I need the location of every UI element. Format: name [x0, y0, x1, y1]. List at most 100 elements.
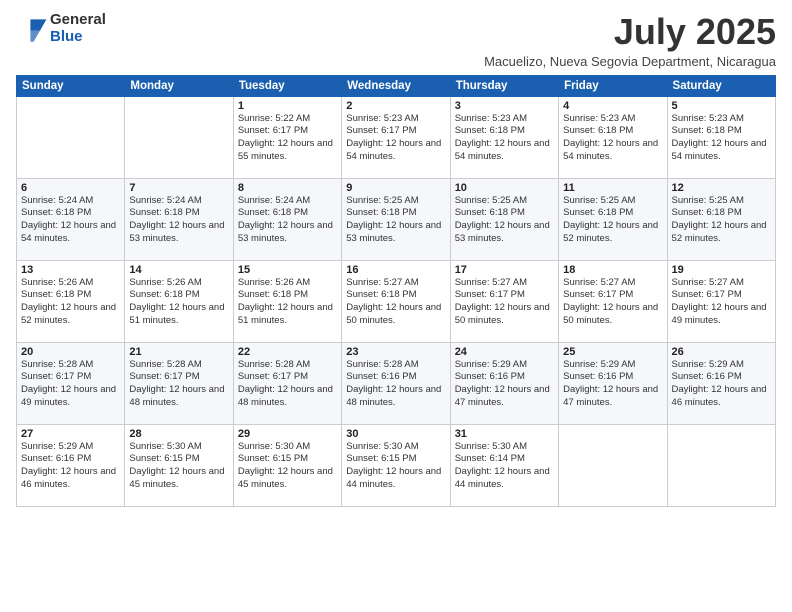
day-info: Sunrise: 5:28 AMSunset: 6:17 PMDaylight:… [238, 359, 337, 410]
day-number: 30 [346, 428, 445, 440]
calendar-day: 2Sunrise: 5:23 AMSunset: 6:17 PMDaylight… [342, 96, 450, 178]
day-info: Sunrise: 5:27 AMSunset: 6:18 PMDaylight:… [346, 277, 445, 328]
weekday-header: Friday [559, 75, 667, 96]
day-info: Sunrise: 5:24 AMSunset: 6:18 PMDaylight:… [21, 195, 120, 246]
day-info: Sunrise: 5:23 AMSunset: 6:18 PMDaylight:… [563, 113, 662, 164]
day-number: 15 [238, 264, 337, 276]
day-number: 16 [346, 264, 445, 276]
calendar-week: 1Sunrise: 5:22 AMSunset: 6:17 PMDaylight… [17, 96, 776, 178]
day-number: 26 [672, 346, 771, 358]
calendar-day [667, 424, 775, 506]
day-number: 17 [455, 264, 554, 276]
logo-blue: Blue [50, 29, 106, 46]
day-number: 31 [455, 428, 554, 440]
day-number: 20 [21, 346, 120, 358]
calendar-day: 17Sunrise: 5:27 AMSunset: 6:17 PMDayligh… [450, 260, 558, 342]
day-number: 4 [563, 100, 662, 112]
calendar-body: 1Sunrise: 5:22 AMSunset: 6:17 PMDaylight… [17, 96, 776, 506]
calendar-day: 24Sunrise: 5:29 AMSunset: 6:16 PMDayligh… [450, 342, 558, 424]
day-info: Sunrise: 5:29 AMSunset: 6:16 PMDaylight:… [455, 359, 554, 410]
day-info: Sunrise: 5:28 AMSunset: 6:17 PMDaylight:… [21, 359, 120, 410]
weekday-header: Tuesday [233, 75, 341, 96]
calendar-day: 13Sunrise: 5:26 AMSunset: 6:18 PMDayligh… [17, 260, 125, 342]
weekday-header: Monday [125, 75, 233, 96]
calendar-day: 14Sunrise: 5:26 AMSunset: 6:18 PMDayligh… [125, 260, 233, 342]
logo-icon [16, 13, 48, 45]
day-number: 22 [238, 346, 337, 358]
day-number: 27 [21, 428, 120, 440]
calendar-day: 18Sunrise: 5:27 AMSunset: 6:17 PMDayligh… [559, 260, 667, 342]
calendar-day [125, 96, 233, 178]
calendar-week: 20Sunrise: 5:28 AMSunset: 6:17 PMDayligh… [17, 342, 776, 424]
calendar-day: 9Sunrise: 5:25 AMSunset: 6:18 PMDaylight… [342, 178, 450, 260]
day-number: 24 [455, 346, 554, 358]
day-number: 18 [563, 264, 662, 276]
weekday-header: Thursday [450, 75, 558, 96]
calendar-day: 10Sunrise: 5:25 AMSunset: 6:18 PMDayligh… [450, 178, 558, 260]
logo-text: General Blue [50, 12, 106, 45]
day-number: 9 [346, 182, 445, 194]
day-info: Sunrise: 5:24 AMSunset: 6:18 PMDaylight:… [129, 195, 228, 246]
calendar-day: 29Sunrise: 5:30 AMSunset: 6:15 PMDayligh… [233, 424, 341, 506]
day-info: Sunrise: 5:26 AMSunset: 6:18 PMDaylight:… [129, 277, 228, 328]
calendar-week: 13Sunrise: 5:26 AMSunset: 6:18 PMDayligh… [17, 260, 776, 342]
calendar-day: 15Sunrise: 5:26 AMSunset: 6:18 PMDayligh… [233, 260, 341, 342]
title-block: July 2025 Macuelizo, Nueva Segovia Depar… [484, 12, 776, 69]
day-info: Sunrise: 5:30 AMSunset: 6:14 PMDaylight:… [455, 441, 554, 492]
day-info: Sunrise: 5:28 AMSunset: 6:17 PMDaylight:… [129, 359, 228, 410]
day-info: Sunrise: 5:26 AMSunset: 6:18 PMDaylight:… [21, 277, 120, 328]
calendar-day: 12Sunrise: 5:25 AMSunset: 6:18 PMDayligh… [667, 178, 775, 260]
day-info: Sunrise: 5:30 AMSunset: 6:15 PMDaylight:… [129, 441, 228, 492]
day-info: Sunrise: 5:26 AMSunset: 6:18 PMDaylight:… [238, 277, 337, 328]
day-info: Sunrise: 5:30 AMSunset: 6:15 PMDaylight:… [346, 441, 445, 492]
day-info: Sunrise: 5:29 AMSunset: 6:16 PMDaylight:… [672, 359, 771, 410]
logo: General Blue [16, 12, 106, 45]
calendar-day: 22Sunrise: 5:28 AMSunset: 6:17 PMDayligh… [233, 342, 341, 424]
calendar: SundayMondayTuesdayWednesdayThursdayFrid… [16, 75, 776, 507]
day-number: 11 [563, 182, 662, 194]
day-info: Sunrise: 5:27 AMSunset: 6:17 PMDaylight:… [672, 277, 771, 328]
day-info: Sunrise: 5:29 AMSunset: 6:16 PMDaylight:… [563, 359, 662, 410]
calendar-day: 25Sunrise: 5:29 AMSunset: 6:16 PMDayligh… [559, 342, 667, 424]
calendar-day: 28Sunrise: 5:30 AMSunset: 6:15 PMDayligh… [125, 424, 233, 506]
logo-general: General [50, 12, 106, 29]
day-number: 28 [129, 428, 228, 440]
day-info: Sunrise: 5:24 AMSunset: 6:18 PMDaylight:… [238, 195, 337, 246]
calendar-day: 11Sunrise: 5:25 AMSunset: 6:18 PMDayligh… [559, 178, 667, 260]
location-subtitle: Macuelizo, Nueva Segovia Department, Nic… [484, 54, 776, 69]
day-info: Sunrise: 5:25 AMSunset: 6:18 PMDaylight:… [346, 195, 445, 246]
day-number: 1 [238, 100, 337, 112]
calendar-day [17, 96, 125, 178]
month-title: July 2025 [484, 12, 776, 52]
header: General Blue July 2025 Macuelizo, Nueva … [16, 12, 776, 69]
day-number: 5 [672, 100, 771, 112]
day-info: Sunrise: 5:30 AMSunset: 6:15 PMDaylight:… [238, 441, 337, 492]
calendar-day: 30Sunrise: 5:30 AMSunset: 6:15 PMDayligh… [342, 424, 450, 506]
calendar-day: 20Sunrise: 5:28 AMSunset: 6:17 PMDayligh… [17, 342, 125, 424]
day-number: 14 [129, 264, 228, 276]
day-number: 21 [129, 346, 228, 358]
calendar-day: 31Sunrise: 5:30 AMSunset: 6:14 PMDayligh… [450, 424, 558, 506]
page: General Blue July 2025 Macuelizo, Nueva … [0, 0, 792, 612]
day-number: 7 [129, 182, 228, 194]
day-info: Sunrise: 5:25 AMSunset: 6:18 PMDaylight:… [672, 195, 771, 246]
calendar-day: 6Sunrise: 5:24 AMSunset: 6:18 PMDaylight… [17, 178, 125, 260]
calendar-day: 7Sunrise: 5:24 AMSunset: 6:18 PMDaylight… [125, 178, 233, 260]
day-info: Sunrise: 5:29 AMSunset: 6:16 PMDaylight:… [21, 441, 120, 492]
calendar-week: 27Sunrise: 5:29 AMSunset: 6:16 PMDayligh… [17, 424, 776, 506]
day-info: Sunrise: 5:27 AMSunset: 6:17 PMDaylight:… [563, 277, 662, 328]
day-info: Sunrise: 5:28 AMSunset: 6:16 PMDaylight:… [346, 359, 445, 410]
day-number: 25 [563, 346, 662, 358]
weekday-header: Saturday [667, 75, 775, 96]
day-number: 12 [672, 182, 771, 194]
weekday-header: Wednesday [342, 75, 450, 96]
weekday-row: SundayMondayTuesdayWednesdayThursdayFrid… [17, 75, 776, 96]
day-number: 10 [455, 182, 554, 194]
day-info: Sunrise: 5:25 AMSunset: 6:18 PMDaylight:… [563, 195, 662, 246]
day-info: Sunrise: 5:23 AMSunset: 6:18 PMDaylight:… [672, 113, 771, 164]
calendar-day [559, 424, 667, 506]
day-number: 3 [455, 100, 554, 112]
calendar-day: 27Sunrise: 5:29 AMSunset: 6:16 PMDayligh… [17, 424, 125, 506]
calendar-day: 3Sunrise: 5:23 AMSunset: 6:18 PMDaylight… [450, 96, 558, 178]
calendar-header: SundayMondayTuesdayWednesdayThursdayFrid… [17, 75, 776, 96]
